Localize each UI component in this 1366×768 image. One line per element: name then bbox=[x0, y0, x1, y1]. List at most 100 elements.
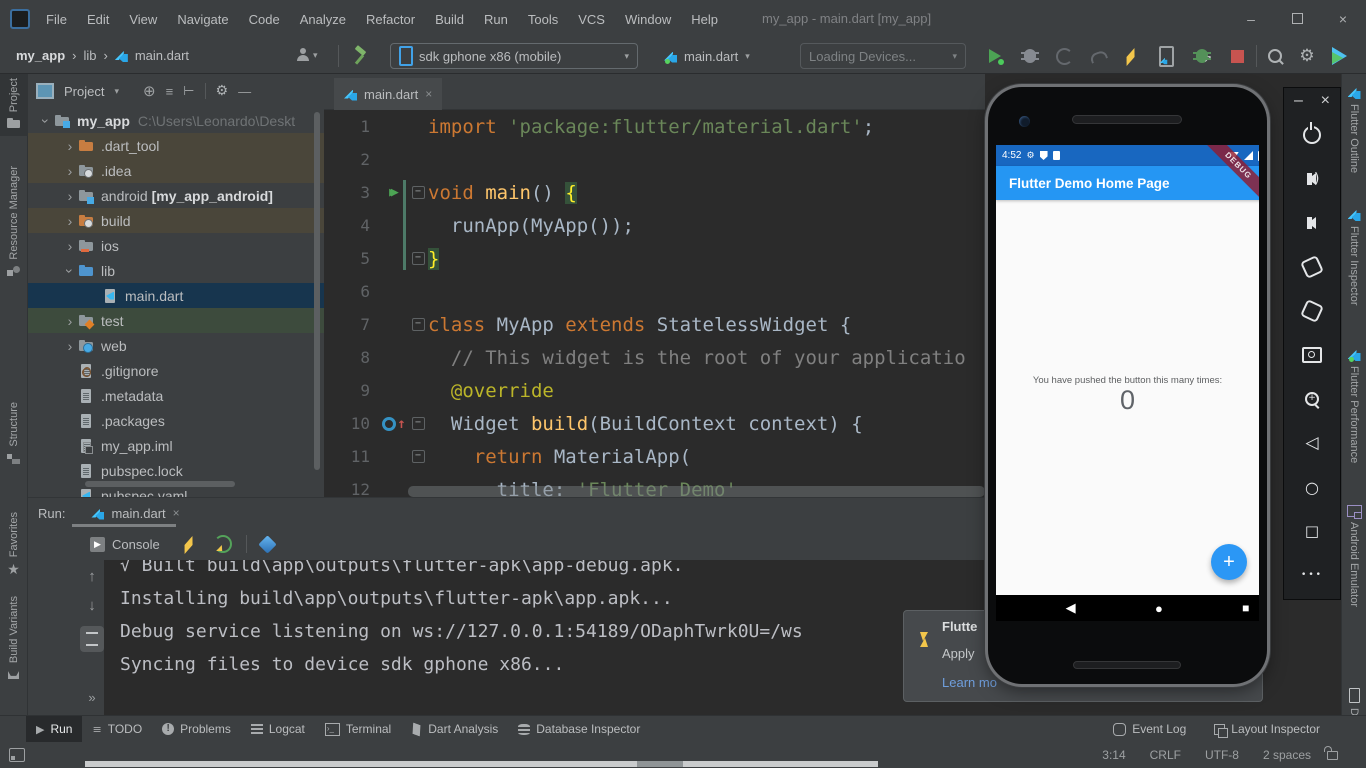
tree-row-web[interactable]: ›web bbox=[28, 333, 324, 358]
menu-analyze[interactable]: Analyze bbox=[290, 12, 356, 27]
emulator-minimize-button[interactable]: – bbox=[1294, 92, 1303, 110]
toolwindow-tab-logcat[interactable]: Logcat bbox=[241, 716, 315, 742]
run-button[interactable] bbox=[984, 45, 1006, 67]
status-item[interactable]: 3:14 bbox=[1102, 748, 1125, 762]
menu-file[interactable]: File bbox=[36, 12, 77, 27]
menu-view[interactable]: View bbox=[119, 12, 167, 27]
status-item[interactable]: CRLF bbox=[1150, 748, 1181, 762]
hot-restart-icon[interactable] bbox=[214, 535, 232, 553]
menu-help[interactable]: Help bbox=[681, 12, 728, 27]
chevron-icon[interactable]: › bbox=[62, 339, 78, 353]
toolwindow-tab-todo[interactable]: ≡TODO bbox=[82, 716, 152, 742]
emulator-overview-button[interactable]: □ bbox=[1305, 520, 1319, 542]
debug-button[interactable] bbox=[1019, 45, 1041, 67]
sidebar-tab-favorites[interactable]: Favorites ★ bbox=[0, 512, 27, 578]
tree-row-.idea[interactable]: ›.idea bbox=[28, 158, 324, 183]
chevron-icon[interactable]: › bbox=[62, 164, 78, 178]
nav-back-button[interactable]: ◀ bbox=[1066, 600, 1076, 616]
expand-all-icon[interactable]: ≡ bbox=[166, 84, 174, 99]
project-tree[interactable]: ›my_appC:\Users\Leonardo\Deskt›.dart_too… bbox=[28, 108, 324, 497]
emulator-volume-up-button[interactable] bbox=[1308, 168, 1316, 190]
sidebar-tab-resource-manager[interactable]: Resource Manager bbox=[0, 166, 27, 278]
chevron-icon[interactable]: › bbox=[62, 239, 78, 253]
fold-marker[interactable]: − bbox=[408, 417, 428, 430]
bottom-scrollbar[interactable] bbox=[85, 761, 878, 767]
tree-row-my_app.iml[interactable]: my_app.iml bbox=[28, 433, 324, 458]
menu-navigate[interactable]: Navigate bbox=[167, 12, 238, 27]
attach-debugger-button[interactable]: ↗ bbox=[1191, 45, 1213, 67]
fold-marker[interactable]: − bbox=[408, 186, 428, 199]
menu-window[interactable]: Window bbox=[615, 12, 681, 27]
fold-marker[interactable]: − bbox=[408, 450, 428, 463]
fold-marker[interactable]: − bbox=[408, 318, 428, 331]
sidebar-tab-flutter-inspector[interactable]: Flutter Inspector bbox=[1342, 208, 1366, 305]
code-line-3[interactable]: 3▶▶−void main() { bbox=[324, 176, 985, 209]
profile-button[interactable] bbox=[1053, 45, 1075, 67]
prev-occurrence-icon[interactable]: ↑ bbox=[88, 568, 96, 585]
code-line-5[interactable]: 5−} bbox=[324, 242, 985, 275]
fold-marker[interactable]: − bbox=[408, 252, 428, 265]
device-selector-dropdown[interactable]: sdk gphone x86 (mobile) ▾ bbox=[390, 43, 638, 69]
code-editor[interactable]: 1import 'package:flutter/material.dart';… bbox=[324, 110, 985, 497]
code-line-8[interactable]: 8 // This widget is the root of your app… bbox=[324, 341, 985, 374]
breadcrumb-file[interactable]: main.dart bbox=[135, 48, 189, 63]
vcs-user-button[interactable]: ▾ bbox=[296, 48, 318, 62]
status-item[interactable]: 2 spaces bbox=[1263, 748, 1311, 762]
emulator-zoom-button[interactable]: + bbox=[1305, 388, 1319, 410]
emulator-power-button[interactable] bbox=[1303, 124, 1321, 146]
minimize-button[interactable]: – bbox=[1228, 0, 1274, 38]
emulator-volume-down-button[interactable] bbox=[1308, 212, 1316, 234]
tree-row-main.dart[interactable]: main.dart bbox=[28, 283, 324, 308]
tree-row-.dart_tool[interactable]: ›.dart_tool bbox=[28, 133, 324, 158]
apply-changes-button[interactable] bbox=[1087, 45, 1109, 67]
emulator-home-button[interactable]: ○ bbox=[1305, 476, 1319, 498]
toolwindow-tab-run[interactable]: ▶Run bbox=[26, 716, 82, 742]
nav-home-button[interactable]: ● bbox=[1155, 601, 1163, 616]
chevron-down-icon[interactable]: ▾ bbox=[114, 86, 119, 97]
breadcrumb-project[interactable]: my_app bbox=[16, 48, 65, 63]
tree-row-.gitignore[interactable]: .gitignore bbox=[28, 358, 324, 383]
project-vertical-scrollbar[interactable] bbox=[314, 112, 320, 470]
sidebar-tab-flutter-outline[interactable]: Flutter Outline bbox=[1342, 86, 1366, 173]
maximize-button[interactable] bbox=[1274, 0, 1320, 38]
emulator-close-button[interactable]: × bbox=[1321, 92, 1330, 110]
chevron-icon[interactable]: › bbox=[62, 139, 78, 153]
gear-icon[interactable]: ⚙ bbox=[216, 84, 229, 98]
stop-button[interactable] bbox=[1226, 45, 1248, 67]
sidebar-tab-build-variants[interactable]: Build Variants bbox=[0, 596, 27, 681]
tree-row-test[interactable]: ›test bbox=[28, 308, 324, 333]
hot-reload-button[interactable] bbox=[1121, 45, 1143, 67]
emulator-rotate-right-button[interactable] bbox=[1303, 300, 1321, 322]
console-output[interactable]: √ Built build\app\outputs\flutter-apk\ap… bbox=[104, 560, 985, 715]
emulator-back-button[interactable]: ◁ bbox=[1305, 432, 1318, 454]
collapse-all-icon[interactable]: ⊢ bbox=[183, 83, 194, 99]
editor-tab-main-dart[interactable]: main.dart × bbox=[334, 78, 442, 110]
tree-row-android[interactable]: ›android [my_app_android] bbox=[28, 183, 324, 208]
code-line-1[interactable]: 1import 'package:flutter/material.dart'; bbox=[324, 110, 985, 143]
emulator-screen[interactable]: 4:52 ⚙ Flutter Demo Home Page DEBUG You … bbox=[996, 145, 1259, 621]
next-occurrence-icon[interactable]: ↓ bbox=[88, 597, 96, 614]
code-line-2[interactable]: 2 bbox=[324, 143, 985, 176]
close-icon[interactable]: × bbox=[425, 87, 432, 101]
menu-refactor[interactable]: Refactor bbox=[356, 12, 425, 27]
menu-code[interactable]: Code bbox=[239, 12, 290, 27]
code-line-10[interactable]: 10↑− Widget build(BuildContext context) … bbox=[324, 407, 985, 440]
hot-reload-icon[interactable] bbox=[184, 536, 195, 545]
search-everywhere-button[interactable] bbox=[1264, 45, 1286, 67]
notification-link[interactable]: Learn mo bbox=[942, 675, 997, 690]
chevron-icon[interactable]: › bbox=[62, 314, 78, 328]
sidebar-tab-flutter-performance[interactable]: Flutter Performance bbox=[1342, 348, 1366, 463]
sidebar-tab-project[interactable]: Project bbox=[0, 78, 27, 130]
tree-row-.packages[interactable]: .packages bbox=[28, 408, 324, 433]
emulator-rotate-left-button[interactable] bbox=[1303, 256, 1321, 278]
bottom-scrollbar-thumb[interactable] bbox=[637, 761, 683, 767]
chevron-icon[interactable]: › bbox=[39, 113, 53, 129]
fab-increment-button[interactable]: + bbox=[1211, 544, 1247, 580]
status-item[interactable]: UTF-8 bbox=[1205, 748, 1239, 762]
breadcrumb-lib[interactable]: lib bbox=[83, 48, 96, 63]
toolwindow-tab-problems[interactable]: !Problems bbox=[152, 716, 241, 742]
toolwindow-tab-dart-analysis[interactable]: Dart Analysis bbox=[401, 716, 508, 742]
emulator-more-button[interactable]: ••• bbox=[1301, 564, 1323, 586]
chevron-icon[interactable]: › bbox=[62, 189, 78, 203]
soft-wrap-toggle[interactable] bbox=[80, 626, 104, 652]
